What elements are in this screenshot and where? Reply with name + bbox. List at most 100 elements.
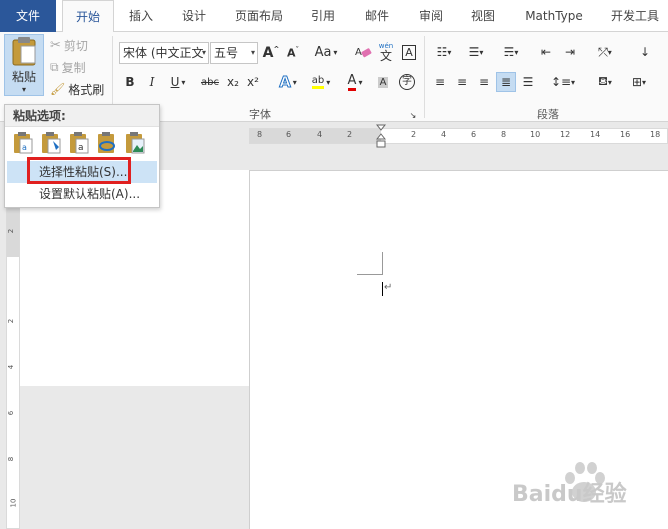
ruler-number: 4 <box>317 130 323 139</box>
ruler-number: 2 <box>7 228 16 234</box>
shrink-font-icon: Aˇ <box>286 46 299 60</box>
font-size-combo[interactable]: 五号 ▾ <box>210 42 258 64</box>
keep-source-formatting-icon[interactable]: a <box>11 131 35 155</box>
ruler-number: 6 <box>7 410 16 416</box>
set-default-paste-item[interactable]: 设置默认粘贴(A)... <box>7 183 157 205</box>
phonetic-bottom: 文 <box>379 48 392 63</box>
paste-options-menu: 粘贴选项: a a 选择性粘贴(S)... 设置默认粘贴(A)... <box>4 104 160 208</box>
justify-icon: ≣ <box>500 75 512 89</box>
paste-button[interactable]: 粘贴 ▾ <box>4 34 44 96</box>
indent-marker-icon[interactable] <box>376 124 386 152</box>
font-name-combo[interactable]: 宋体 (中文正文 ▾ <box>119 42 209 64</box>
ruler-number: 4 <box>7 364 16 370</box>
change-case-button[interactable]: Aa ▾ <box>310 42 342 62</box>
character-border-icon: A <box>402 44 416 60</box>
font-dialog-launcher[interactable]: ↘ <box>408 110 418 120</box>
paste-as-picture-icon[interactable] <box>123 131 147 155</box>
keep-text-only-a-icon[interactable]: a <box>67 131 91 155</box>
chevron-down-icon: ▾ <box>250 48 255 57</box>
multilevel-list-button[interactable]: ☴ ▾ <box>496 42 526 62</box>
multilevel-list-icon: ☴ <box>503 45 515 59</box>
bold-button[interactable]: B <box>122 72 138 92</box>
strike-label: abc <box>201 76 219 88</box>
numbering-button[interactable]: ☰ ▾ <box>462 42 490 62</box>
vertical-ruler[interactable]: 2 2 4 6 8 10 <box>6 160 20 529</box>
decrease-indent-button[interactable]: ⇤ <box>536 42 556 62</box>
watermark-text: Baidu经验 <box>512 482 627 507</box>
chevron-down-icon: ▾ <box>479 47 484 57</box>
merge-formatting-icon[interactable] <box>39 131 63 155</box>
bullets-button[interactable]: ☷ ▾ <box>430 42 458 62</box>
font-size-value: 五号 <box>214 46 239 60</box>
format-painter-label: 格式刷 <box>68 82 105 97</box>
tab-page-layout[interactable]: 页面布局 <box>226 0 292 32</box>
sort-button[interactable]: ↓ <box>634 42 656 62</box>
tab-home[interactable]: 开始 <box>62 0 114 33</box>
enclose-characters-button[interactable]: 字 <box>396 72 418 92</box>
highlight-color-button[interactable]: ab ▾ <box>306 72 336 92</box>
ruler-number: 8 <box>257 130 263 139</box>
grow-font-button[interactable]: A^ <box>262 44 280 62</box>
shading-button[interactable]: ⛾ ▾ <box>590 72 620 92</box>
superscript-button[interactable]: x² <box>244 72 262 92</box>
italic-button[interactable]: I <box>144 72 160 92</box>
eraser-icon: A <box>355 47 372 58</box>
strikethrough-button[interactable]: abc <box>198 72 222 92</box>
format-painter-button[interactable]: 🖌 格式刷 <box>50 80 104 98</box>
chevron-down-icon: ▾ <box>21 85 26 94</box>
svg-text:A: A <box>355 47 362 58</box>
ruler-number: 12 <box>560 130 571 139</box>
tab-developer[interactable]: 开发工具 <box>602 0 668 32</box>
ruler-number: 10 <box>530 130 541 139</box>
clear-formatting-button[interactable]: A <box>352 42 374 62</box>
chevron-down-icon: ▾ <box>607 77 612 87</box>
paragraph-group-label: 段落 <box>537 108 559 121</box>
paste-options-icons: a a <box>11 131 147 157</box>
align-left-button[interactable]: ≡ <box>430 72 450 92</box>
underline-button[interactable]: U ▾ <box>166 72 190 92</box>
tab-mathtype[interactable]: MathType <box>514 0 594 32</box>
horizontal-ruler[interactable]: 8 6 4 2 2 4 6 8 10 12 14 16 18 <box>249 128 668 144</box>
tab-design[interactable]: 设计 <box>170 0 218 32</box>
tab-view[interactable]: 视图 <box>460 0 506 32</box>
distributed-button[interactable]: ☰ <box>518 72 538 92</box>
chinese-layout-icon: ⤱ <box>598 44 608 59</box>
subscript-button[interactable]: x₂ <box>224 72 242 92</box>
tab-references[interactable]: 引用 <box>300 0 346 32</box>
chinese-layout-button[interactable]: ⤱ ▾ <box>590 42 620 62</box>
phonetic-guide-button[interactable]: wén 文 <box>376 40 396 64</box>
shrink-font-button[interactable]: Aˇ <box>284 44 302 62</box>
ruler-number: 8 <box>501 130 507 139</box>
align-right-button[interactable]: ≡ <box>474 72 494 92</box>
ruler-number: 6 <box>471 130 477 139</box>
justify-button[interactable]: ≣ <box>496 72 516 92</box>
chevron-down-icon: ▾ <box>358 77 363 87</box>
increase-indent-icon: ⇥ <box>564 45 576 59</box>
align-right-icon: ≡ <box>478 75 490 89</box>
tab-mailings[interactable]: 邮件 <box>354 0 400 32</box>
clipboard-icon <box>12 37 36 66</box>
tab-insert[interactable]: 插入 <box>116 0 166 32</box>
increase-indent-button[interactable]: ⇥ <box>560 42 580 62</box>
ruler-number: 6 <box>286 130 292 139</box>
line-spacing-button[interactable]: ↕≡ ▾ <box>548 72 578 92</box>
ruler-number: 4 <box>441 130 447 139</box>
font-color-button[interactable]: A ▾ <box>340 72 370 92</box>
character-shading-button[interactable]: A <box>374 72 392 92</box>
tab-review[interactable]: 审阅 <box>408 0 454 32</box>
copy-button[interactable]: ⧉ 复制 <box>50 58 86 76</box>
chevron-down-icon: ▾ <box>333 47 338 57</box>
borders-button[interactable]: ⊞ ▾ <box>624 72 654 92</box>
subscript-label: x₂ <box>227 75 239 89</box>
font-color-label: A <box>347 73 357 91</box>
distributed-icon: ☰ <box>522 75 534 89</box>
link-paste-icon[interactable] <box>95 131 119 155</box>
text-effects-button[interactable]: A ▾ <box>276 72 300 92</box>
chevron-down-icon: ▾ <box>514 47 519 57</box>
tab-file[interactable]: 文件 <box>0 0 56 32</box>
cut-button[interactable]: ✂ 剪切 <box>50 36 88 54</box>
align-center-button[interactable]: ≡ <box>452 72 472 92</box>
ruler-number: 2 <box>411 130 417 139</box>
character-border-button[interactable]: A <box>398 42 420 62</box>
ruler-number: 8 <box>7 456 16 462</box>
